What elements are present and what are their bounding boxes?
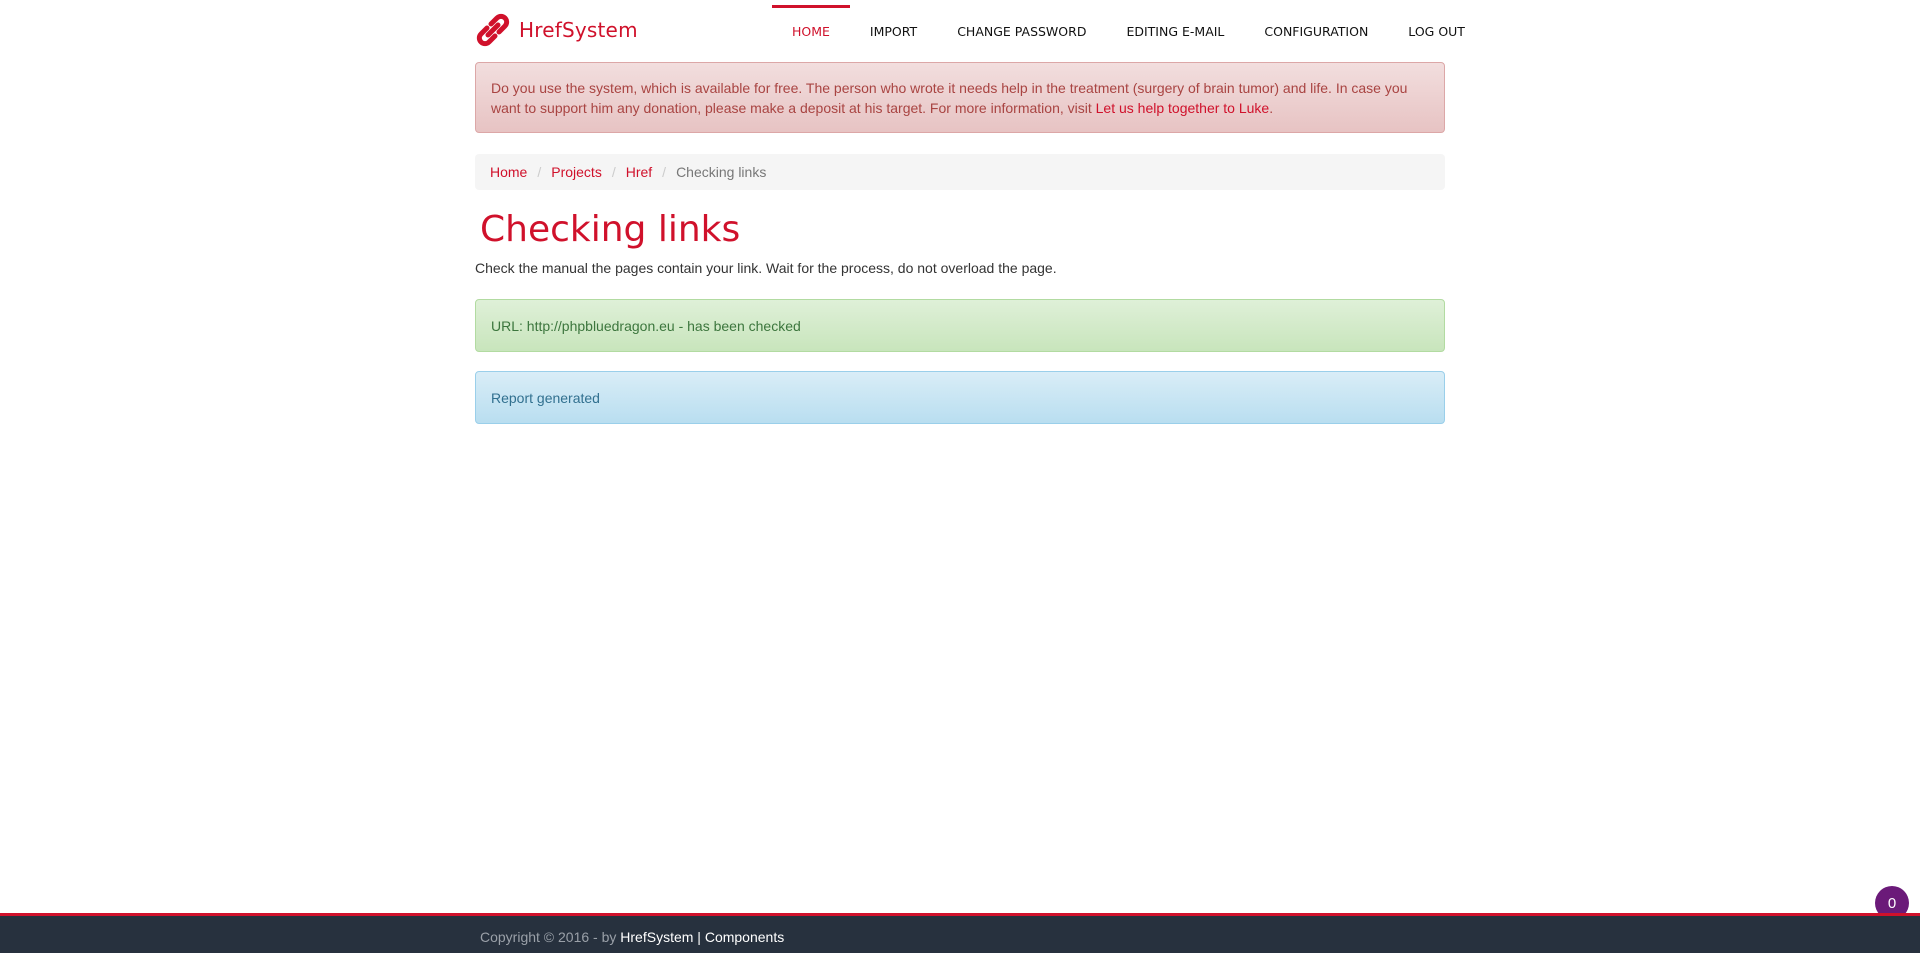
success-alert: URL: http://phpbluedragon.eu - has been … [475,299,1445,352]
info-alert-text: Report generated [491,389,600,406]
breadcrumb-separator: / [537,164,542,180]
brand-logo-link[interactable]: HrefSystem [475,10,638,50]
link-icon [476,13,510,47]
top-navbar: HrefSystem HOME IMPORT CHANGE PASSWORD E… [0,0,1920,62]
page-description: Check the manual the pages contain your … [475,260,1057,276]
footer-divider: | [693,929,705,945]
breadcrumb-home[interactable]: Home [490,164,527,180]
donation-link[interactable]: Let us help together to Luke [1096,100,1270,116]
breadcrumb-current: Checking links [676,164,767,180]
breadcrumb-projects[interactable]: Projects [551,164,602,180]
brand-name: HrefSystem [519,18,638,42]
footer-copyright: Copyright © 2016 - by HrefSystem | Compo… [480,929,784,945]
footer-copyright-text: Copyright © 2016 - by [480,929,621,945]
page-title: Checking links [480,209,741,250]
breadcrumb-separator: / [611,164,616,180]
donation-alert: Do you use the system, which is availabl… [475,62,1445,133]
nav-item-import[interactable]: IMPORT [850,0,937,62]
footer: Copyright © 2016 - by HrefSystem | Compo… [0,913,1920,953]
breadcrumb-separator: / [662,164,667,180]
info-alert: Report generated [475,371,1445,424]
footer-components-link[interactable]: Components [705,929,784,945]
breadcrumb-href[interactable]: Href [626,164,652,180]
footer-brand-link[interactable]: HrefSystem [620,929,693,945]
breadcrumb: Home / Projects / Href / Checking links [475,154,1445,190]
nav-item-change-password[interactable]: CHANGE PASSWORD [937,0,1106,62]
nav-item-configuration[interactable]: CONFIGURATION [1244,0,1388,62]
success-alert-text: URL: http://phpbluedragon.eu - has been … [491,317,801,334]
nav-item-log-out[interactable]: LOG OUT [1388,0,1485,62]
donation-alert-end: . [1269,100,1274,116]
main-nav: HOME IMPORT CHANGE PASSWORD EDITING E-MA… [772,0,1485,62]
nav-item-home[interactable]: HOME [772,0,850,62]
nav-item-editing-email[interactable]: EDITING E-MAIL [1106,0,1244,62]
